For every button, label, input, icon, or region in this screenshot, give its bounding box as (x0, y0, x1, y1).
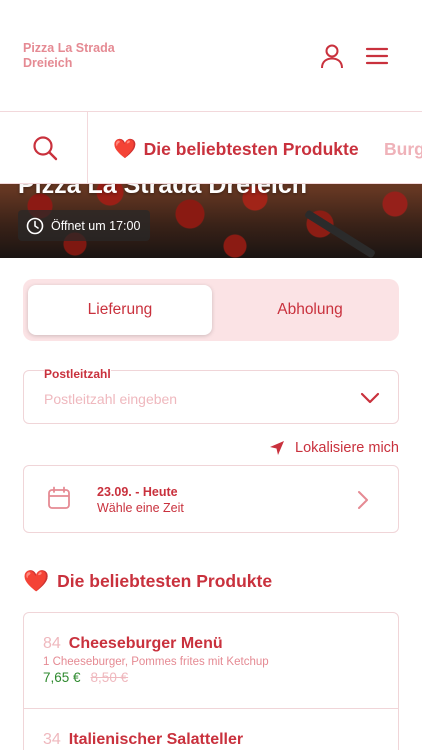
product-price: 7,65 € 8,50 € (43, 670, 128, 685)
search-button[interactable] (0, 112, 88, 183)
clock-icon (26, 217, 44, 234)
navigation-arrow-icon (270, 441, 285, 455)
category-tab-burger[interactable]: Burg (384, 139, 422, 160)
hero-title: Pizza La Strada Dreieich (18, 184, 308, 199)
date-time-selector[interactable]: 23.09. - Heute Wähle eine Zeit (23, 465, 399, 533)
postal-code-select[interactable]: Postleitzahl (23, 367, 399, 424)
current-price: 7,65 € (43, 670, 81, 685)
hamburger-menu-icon[interactable] (365, 45, 389, 67)
delivery-mode-toggle: Lieferung Abholung (23, 279, 399, 341)
locate-me-link[interactable]: Lokalisiere mich (269, 440, 399, 456)
opening-time-badge: Öffnet um 17:00 (18, 210, 151, 241)
heart-icon: ❤️ (113, 138, 137, 160)
user-icon[interactable] (319, 43, 345, 69)
product-number: 84 (43, 635, 61, 652)
chevron-right-icon (358, 491, 368, 509)
postal-code-input[interactable] (44, 391, 344, 407)
delivery-option-button[interactable]: Lieferung (28, 285, 212, 335)
heart-icon: ❤️ (23, 570, 50, 593)
product-heading: 34 Italienischer Salatteller (43, 731, 243, 749)
choose-time-hint: Wähle eine Zeit (97, 501, 184, 515)
app-header: Pizza La Strada Dreieich (0, 0, 422, 112)
product-heading: 84 Cheeseburger Menü (43, 635, 223, 653)
pickup-option-button[interactable]: Abholung (218, 285, 402, 335)
section-title-label: Die beliebtesten Produkte (57, 571, 273, 591)
search-icon (33, 136, 58, 161)
product-item[interactable]: 34 Italienischer Salatteller (24, 709, 398, 750)
locate-me-label: Lokalisiere mich (295, 440, 399, 456)
calendar-icon (48, 486, 70, 509)
category-bar: ❤️ Die beliebtesten Produkte Burg (0, 112, 422, 184)
restaurant-name[interactable]: Pizza La Strada Dreieich (23, 41, 115, 71)
brand-line-1: Pizza La Strada (23, 41, 115, 55)
brand-line-2: Dreieich (23, 56, 73, 70)
postal-code-label: Postleitzahl (44, 367, 111, 381)
section-title: ❤️ Die beliebtesten Produkte (23, 571, 272, 592)
product-name: Cheeseburger Menü (68, 635, 223, 652)
category-tab-label: Die beliebtesten Produkte (143, 138, 359, 159)
hero-image: Pizza La Strada Dreieich Öffnet um 17:00 (0, 184, 422, 258)
product-list: 84 Cheeseburger Menü 1 Cheeseburger, Pom… (23, 612, 399, 750)
chevron-down-icon[interactable] (360, 391, 380, 405)
opening-time-text: Öffnet um 17:00 (51, 218, 141, 233)
product-description: 1 Cheeseburger, Pommes frites mit Ketchu… (43, 656, 269, 668)
product-name: Italienischer Salatteller (68, 731, 244, 748)
selected-date: 23.09. - Heute (97, 485, 178, 499)
category-tab-popular[interactable]: ❤️ Die beliebtesten Produkte (113, 136, 359, 162)
product-number: 34 (43, 731, 61, 748)
old-price: 8,50 € (90, 670, 129, 685)
product-item[interactable]: 84 Cheeseburger Menü 1 Cheeseburger, Pom… (24, 613, 398, 709)
pizza-cutter-decoration (303, 209, 377, 258)
